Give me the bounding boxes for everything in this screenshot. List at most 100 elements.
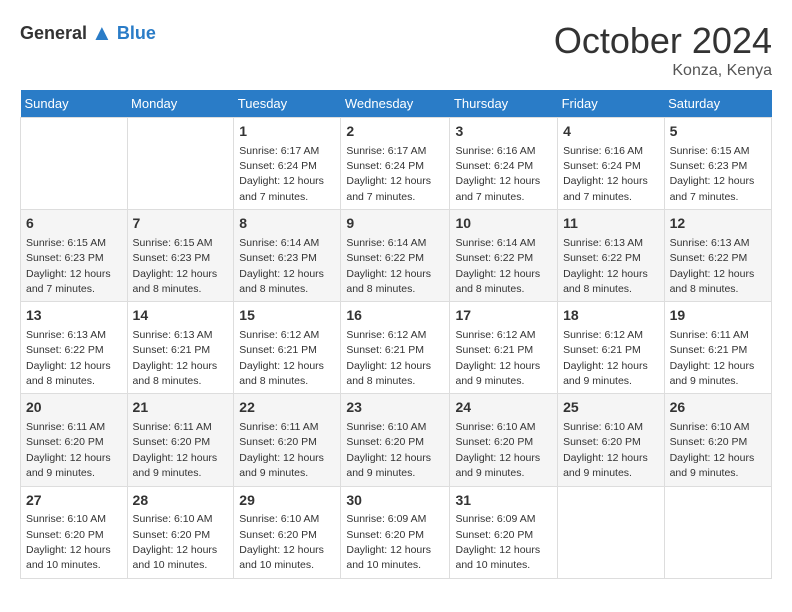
calendar-cell: 22Sunrise: 6:11 AM Sunset: 6:20 PM Dayli… (234, 394, 341, 486)
day-number: 8 (239, 214, 335, 234)
weekday-header-monday: Monday (127, 90, 234, 118)
weekday-header-friday: Friday (558, 90, 665, 118)
day-info: Sunrise: 6:10 AM Sunset: 6:20 PM Dayligh… (26, 513, 111, 571)
calendar-cell: 26 Sunrise: 6:10 AM Sunset: 6:20 PM Dayli… (664, 394, 771, 486)
day-info: Sunrise: 6:12 AM Sunset: 6:21 PM Dayligh… (346, 329, 431, 387)
day-number: 1 (239, 122, 335, 142)
day-number: 19 (670, 306, 766, 326)
day-number: 28 (133, 491, 229, 511)
day-info: Sunrise: 6:15 AM Sunset: 6:23 PM Dayligh… (133, 237, 218, 295)
calendar-week-row: 20 Sunrise: 6:11 AM Sunset: 6:20 PM Dayli… (21, 394, 772, 486)
day-info: Sunrise: 6:15 AM Sunset: 6:23 PM Dayligh… (26, 237, 111, 295)
calendar-cell: 4 Sunrise: 6:16 AM Sunset: 6:24 PM Daylig… (558, 118, 665, 210)
day-info: Sunrise: 6:17 AM Sunset: 6:24 PM Dayligh… (346, 145, 431, 203)
day-info: Sunrise: 6:10 AM Sunset: 6:20 PM Dayligh… (455, 421, 540, 479)
location-label: Konza, Kenya (554, 62, 772, 80)
day-info: Sunrise: 6:14 AM Sunset: 6:23 PM Dayligh… (239, 237, 324, 295)
day-info: Sunrise: 6:10 AM Sunset: 6:20 PM Dayligh… (239, 513, 324, 571)
day-info: Sunrise: 6:13 AM Sunset: 6:22 PM Dayligh… (670, 237, 755, 295)
day-number: 12 (670, 214, 766, 234)
day-number: 11 (563, 214, 659, 234)
day-number: 22 (239, 398, 335, 418)
logo-general-text: General (20, 23, 87, 44)
calendar-cell: 17 Sunrise: 6:12 AM Sunset: 6:21 PM Dayli… (450, 302, 558, 394)
day-number: 25 (563, 398, 659, 418)
calendar-cell (21, 118, 128, 210)
day-number: 16 (346, 306, 444, 326)
month-title: October 2024 (554, 20, 772, 62)
calendar-cell: 2Sunrise: 6:17 AM Sunset: 6:24 PM Daylig… (341, 118, 450, 210)
day-number: 21 (133, 398, 229, 418)
day-number: 7 (133, 214, 229, 234)
calendar-cell: 24 Sunrise: 6:10 AM Sunset: 6:20 PM Dayli… (450, 394, 558, 486)
calendar-cell: 3Sunrise: 6:16 AM Sunset: 6:24 PM Daylig… (450, 118, 558, 210)
day-info: Sunrise: 6:12 AM Sunset: 6:21 PM Dayligh… (239, 329, 324, 387)
calendar-week-row: 1 Sunrise: 6:17 AM Sunset: 6:24 PM Daylig… (21, 118, 772, 210)
day-number: 20 (26, 398, 122, 418)
calendar-cell: 11 Sunrise: 6:13 AM Sunset: 6:22 PM Dayli… (558, 210, 665, 302)
day-number: 10 (455, 214, 552, 234)
calendar-cell: 6 Sunrise: 6:15 AM Sunset: 6:23 PM Daylig… (21, 210, 128, 302)
title-section: October 2024 Konza, Kenya (554, 20, 772, 80)
day-info: Sunrise: 6:14 AM Sunset: 6:22 PM Dayligh… (455, 237, 540, 295)
day-info: Sunrise: 6:10 AM Sunset: 6:20 PM Dayligh… (670, 421, 755, 479)
calendar-cell: 13 Sunrise: 6:13 AM Sunset: 6:22 PM Dayli… (21, 302, 128, 394)
day-info: Sunrise: 6:11 AM Sunset: 6:21 PM Dayligh… (670, 329, 755, 387)
calendar-cell: 28Sunrise: 6:10 AM Sunset: 6:20 PM Dayli… (127, 486, 234, 578)
calendar-cell: 5 Sunrise: 6:15 AM Sunset: 6:23 PM Daylig… (664, 118, 771, 210)
weekday-header-tuesday: Tuesday (234, 90, 341, 118)
day-info: Sunrise: 6:12 AM Sunset: 6:21 PM Dayligh… (455, 329, 540, 387)
day-number: 13 (26, 306, 122, 326)
calendar-cell: 14Sunrise: 6:13 AM Sunset: 6:21 PM Dayli… (127, 302, 234, 394)
calendar-table: SundayMondayTuesdayWednesdayThursdayFrid… (20, 90, 772, 579)
day-info: Sunrise: 6:10 AM Sunset: 6:20 PM Dayligh… (346, 421, 431, 479)
day-number: 4 (563, 122, 659, 142)
calendar-cell: 8 Sunrise: 6:14 AM Sunset: 6:23 PM Daylig… (234, 210, 341, 302)
calendar-cell: 18Sunrise: 6:12 AM Sunset: 6:21 PM Dayli… (558, 302, 665, 394)
calendar-cell: 25 Sunrise: 6:10 AM Sunset: 6:20 PM Dayli… (558, 394, 665, 486)
day-number: 27 (26, 491, 122, 511)
day-number: 29 (239, 491, 335, 511)
day-number: 24 (455, 398, 552, 418)
weekday-header-thursday: Thursday (450, 90, 558, 118)
day-info: Sunrise: 6:13 AM Sunset: 6:22 PM Dayligh… (26, 329, 111, 387)
day-number: 17 (455, 306, 552, 326)
weekday-header-saturday: Saturday (664, 90, 771, 118)
calendar-cell: 31Sunrise: 6:09 AM Sunset: 6:20 PM Dayli… (450, 486, 558, 578)
calendar-cell (127, 118, 234, 210)
weekday-header-sunday: Sunday (21, 90, 128, 118)
day-info: Sunrise: 6:10 AM Sunset: 6:20 PM Dayligh… (563, 421, 648, 479)
day-number: 30 (346, 491, 444, 511)
calendar-cell: 21 Sunrise: 6:11 AM Sunset: 6:20 PM Dayli… (127, 394, 234, 486)
day-info: Sunrise: 6:11 AM Sunset: 6:20 PM Dayligh… (133, 421, 218, 479)
day-number: 26 (670, 398, 766, 418)
calendar-cell: 23 Sunrise: 6:10 AM Sunset: 6:20 PM Dayli… (341, 394, 450, 486)
logo-bird-icon: ▲ (91, 20, 113, 46)
calendar-cell: 10 Sunrise: 6:14 AM Sunset: 6:22 PM Dayli… (450, 210, 558, 302)
day-number: 18 (563, 306, 659, 326)
calendar-cell: 20Sunrise: 6:11 AM Sunset: 6:20 PM Dayli… (21, 394, 128, 486)
day-number: 14 (133, 306, 229, 326)
calendar-cell (558, 486, 665, 578)
logo-blue-text: Blue (117, 23, 156, 44)
calendar-week-row: 13 Sunrise: 6:13 AM Sunset: 6:22 PM Dayli… (21, 302, 772, 394)
calendar-cell: 30Sunrise: 6:09 AM Sunset: 6:20 PM Dayli… (341, 486, 450, 578)
page-header: General ▲ Blue October 2024 Konza, Kenya (20, 20, 772, 80)
day-info: Sunrise: 6:09 AM Sunset: 6:20 PM Dayligh… (455, 513, 540, 571)
calendar-cell: 9Sunrise: 6:14 AM Sunset: 6:22 PM Daylig… (341, 210, 450, 302)
day-number: 6 (26, 214, 122, 234)
day-info: Sunrise: 6:16 AM Sunset: 6:24 PM Dayligh… (455, 145, 540, 203)
calendar-week-row: 27Sunrise: 6:10 AM Sunset: 6:20 PM Dayli… (21, 486, 772, 578)
day-info: Sunrise: 6:13 AM Sunset: 6:22 PM Dayligh… (563, 237, 648, 295)
weekday-header-row: SundayMondayTuesdayWednesdayThursdayFrid… (21, 90, 772, 118)
day-info: Sunrise: 6:16 AM Sunset: 6:24 PM Dayligh… (563, 145, 648, 203)
day-number: 5 (670, 122, 766, 142)
calendar-cell: 19 Sunrise: 6:11 AM Sunset: 6:21 PM Dayli… (664, 302, 771, 394)
calendar-cell: 1Sunrise: 6:17 AM Sunset: 6:24 PM Daylig… (234, 118, 341, 210)
day-info: Sunrise: 6:15 AM Sunset: 6:23 PM Dayligh… (670, 145, 755, 203)
day-number: 23 (346, 398, 444, 418)
calendar-cell: 29Sunrise: 6:10 AM Sunset: 6:20 PM Dayli… (234, 486, 341, 578)
calendar-cell: 27Sunrise: 6:10 AM Sunset: 6:20 PM Dayli… (21, 486, 128, 578)
logo: General ▲ Blue (20, 20, 156, 46)
calendar-week-row: 6 Sunrise: 6:15 AM Sunset: 6:23 PM Daylig… (21, 210, 772, 302)
